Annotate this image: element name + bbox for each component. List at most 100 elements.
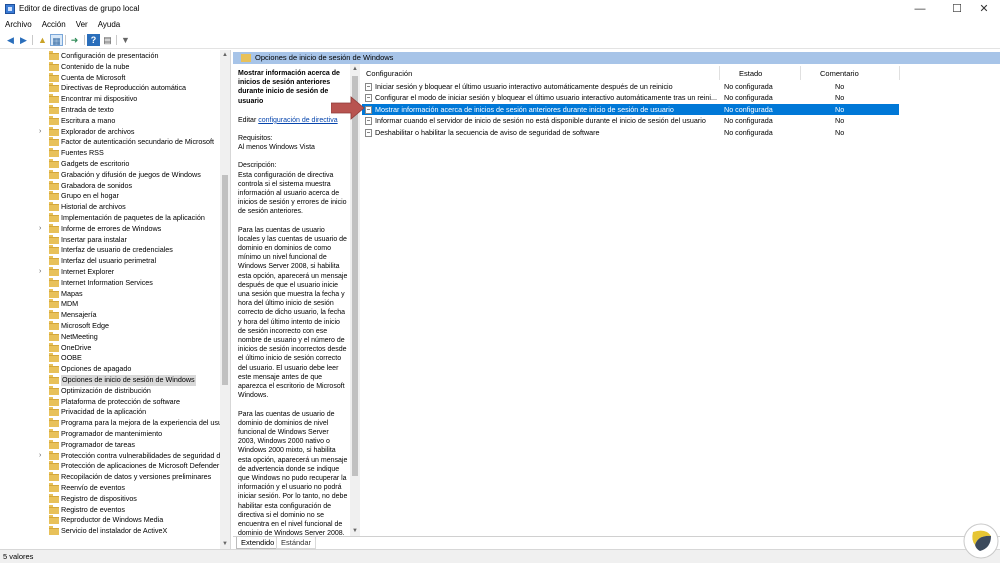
description-paragraph: Para las cuentas de usuario de dominio d…: [238, 410, 348, 537]
up-folder-icon[interactable]: ▲: [36, 34, 49, 46]
export-list-icon[interactable]: ➜: [68, 34, 81, 46]
tab-extendido[interactable]: Extendido: [236, 537, 280, 549]
tree-item[interactable]: Protección de aplicaciones de Microsoft …: [0, 461, 221, 472]
description-scrollbar[interactable]: ▲ ▼: [350, 64, 360, 536]
policy-setting-icon: [365, 117, 372, 126]
scroll-up-icon[interactable]: ▲: [220, 50, 230, 60]
tree-item[interactable]: OOBE: [0, 353, 221, 364]
tree-item[interactable]: Reproductor de Windows Media: [0, 515, 221, 526]
tree-item[interactable]: Opciones de inicio de sesión de Windows: [0, 375, 221, 386]
scroll-down-icon[interactable]: ▼: [350, 526, 360, 536]
site-logo-icon: [963, 523, 999, 559]
expand-chevron-icon[interactable]: ›: [39, 267, 41, 278]
tree-item[interactable]: Plataforma de protección de software: [0, 396, 221, 408]
column-divider[interactable]: [800, 66, 801, 80]
setting-name: Configurar el modo de iniciar sesión y b…: [375, 93, 717, 103]
menu-accion[interactable]: Acción: [37, 18, 71, 31]
tree-item[interactable]: Programador de mantenimiento: [0, 429, 221, 440]
tree-item[interactable]: Insertar para instalar: [0, 234, 221, 246]
tree-item[interactable]: Cuenta de Microsoft: [0, 72, 221, 84]
tree-item[interactable]: Interfaz del usuario perimetral: [0, 256, 221, 267]
tree-scrollbar[interactable]: ▲ ▼: [220, 50, 230, 549]
tree-item[interactable]: Historial de archivos: [0, 202, 221, 213]
tree-item[interactable]: Mapas: [0, 288, 221, 300]
menu-archivo[interactable]: Archivo: [0, 18, 37, 31]
tree-item[interactable]: Internet Information Services: [0, 277, 221, 289]
help-icon[interactable]: ?: [87, 34, 100, 46]
tree-item[interactable]: › Explorador de archivos: [0, 126, 221, 138]
menu-ver[interactable]: Ver: [71, 18, 93, 31]
setting-row[interactable]: Deshabilitar o habilitar la secuencia de…: [362, 127, 899, 138]
tree-item[interactable]: Reenvío de eventos: [0, 483, 221, 494]
tab-estandar[interactable]: Estándar: [276, 537, 317, 549]
tree-item[interactable]: Opciones de apagado: [0, 364, 221, 375]
expand-chevron-icon[interactable]: ›: [39, 451, 41, 462]
tree-item[interactable]: Directivas de Reproducción automática: [0, 83, 221, 94]
tree-item[interactable]: Entrada de texto: [0, 105, 221, 116]
column-header-configuracion[interactable]: Configuración: [366, 68, 412, 80]
tree-item[interactable]: Fuentes RSS: [0, 148, 221, 159]
setting-row[interactable]: Configurar el modo de iniciar sesión y b…: [362, 92, 899, 103]
tree-item[interactable]: › Informe de errores de Windows: [0, 223, 221, 235]
tree-item[interactable]: Factor de autenticación secundario de Mi…: [0, 137, 221, 148]
tree-item-label: Grupo en el hogar: [61, 191, 119, 201]
tree-item[interactable]: Interfaz de usuario de credenciales: [0, 245, 221, 256]
scroll-up-icon[interactable]: ▲: [350, 64, 360, 74]
description-paragraph: Esta configuración de directiva controla…: [238, 171, 347, 216]
expand-chevron-icon[interactable]: ›: [39, 224, 41, 235]
minimize-button[interactable]: —: [904, 0, 936, 18]
forward-icon[interactable]: ▶: [17, 34, 30, 46]
column-header-estado[interactable]: Estado: [739, 68, 762, 80]
tree-item-label: Recopilación de datos y versiones prelim…: [61, 472, 212, 482]
menu-ayuda[interactable]: Ayuda: [93, 18, 126, 31]
tree-item[interactable]: Implementación de paquetes de la aplicac…: [0, 213, 221, 224]
tree-item[interactable]: Escritura a mano: [0, 115, 221, 127]
tree-item[interactable]: Optimización de distribución: [0, 385, 221, 397]
setting-row[interactable]: Informar cuando el servidor de inicio de…: [362, 115, 899, 126]
tree-item[interactable]: Configuración de presentación: [0, 51, 221, 62]
filter-icon[interactable]: ▼: [119, 34, 132, 46]
close-button[interactable]: ✕: [968, 0, 1000, 18]
tree-item[interactable]: MDM: [0, 299, 221, 310]
tree-item[interactable]: › Protección contra vulnerabilidades de s…: [0, 450, 221, 462]
folder-icon: [49, 375, 59, 384]
tree-item[interactable]: Contenido de la nube: [0, 61, 221, 73]
tree-item-label: Reenvío de eventos: [61, 483, 125, 492]
setting-row[interactable]: Iniciar sesión y bloquear el último usua…: [362, 81, 899, 92]
tree-item[interactable]: Programador de tareas: [0, 439, 221, 451]
tree-item-label: Explorador de archivos: [61, 126, 135, 136]
tree-item[interactable]: Registro de dispositivos: [0, 493, 221, 505]
edit-policy-link[interactable]: configuración de directiva: [258, 117, 337, 124]
tree-item[interactable]: › Internet Explorer: [0, 267, 221, 278]
tree-item[interactable]: Grabadora de sonidos: [0, 180, 221, 192]
show-tree-icon[interactable]: ▦: [50, 34, 63, 46]
tree-item[interactable]: Microsoft Edge: [0, 321, 221, 332]
description-scroll-thumb[interactable]: [352, 76, 358, 476]
expand-chevron-icon[interactable]: ›: [39, 127, 41, 138]
tree-item[interactable]: Servicio del instalador de ActiveX: [0, 526, 221, 537]
tree-item[interactable]: Registro de eventos: [0, 504, 221, 516]
tree-item[interactable]: OneDrive: [0, 342, 221, 354]
back-icon[interactable]: ◀: [4, 34, 17, 46]
tree-item[interactable]: Gadgets de escritorio: [0, 159, 221, 170]
properties-icon[interactable]: ▤: [101, 34, 114, 46]
scroll-down-icon[interactable]: ▼: [220, 539, 230, 549]
setting-name: Deshabilitar o habilitar la secuencia de…: [375, 127, 600, 137]
edit-prefix: Editar: [238, 116, 259, 124]
tree-item[interactable]: Grabación y difusión de juegos de Window…: [0, 169, 221, 181]
column-header-comentario[interactable]: Comentario: [820, 68, 859, 80]
tree-item[interactable]: Encontrar mi dispositivo: [0, 94, 221, 105]
folder-icon: [49, 515, 59, 525]
setting-row[interactable]: Mostrar información acerca de inicios de…: [362, 103, 899, 115]
column-divider[interactable]: [899, 66, 900, 80]
tree-item[interactable]: Recopilación de datos y versiones prelim…: [0, 472, 221, 483]
column-divider[interactable]: [719, 66, 720, 80]
tree-item[interactable]: Grupo en el hogar: [0, 191, 221, 202]
tree-item[interactable]: Privacidad de la aplicación: [0, 407, 221, 418]
tree-item[interactable]: Mensajería: [0, 310, 221, 321]
tree-scroll-thumb[interactable]: [222, 175, 228, 385]
tree-item-label: Escritura a mano: [61, 115, 116, 125]
tree-item-label: OneDrive: [61, 342, 92, 352]
tree-item[interactable]: Programa para la mejora de la experienci…: [0, 418, 222, 429]
tree-item[interactable]: NetMeeting: [0, 331, 221, 343]
